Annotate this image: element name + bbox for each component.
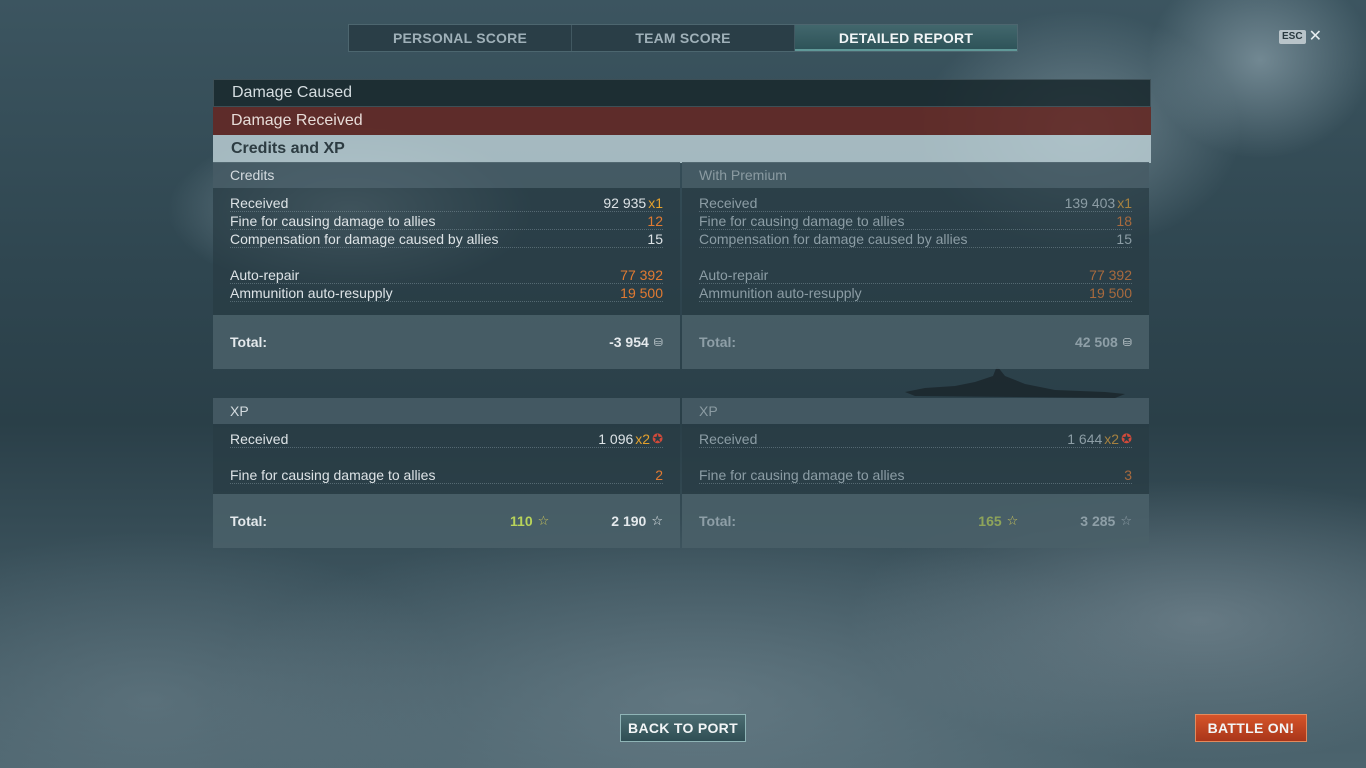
credits-premium-compensation-label: Compensation for damage caused by allies [699, 231, 968, 247]
report-tabs: PERSONAL SCORE TEAM SCORE DETAILED REPOR… [348, 24, 1018, 52]
credits-fine-row: Fine for causing damage to allies 12 [230, 212, 663, 230]
credits-fine-label: Fine for causing damage to allies [230, 213, 436, 229]
credits-received-value: 92 935 [603, 195, 647, 211]
esc-key-label: ESC [1279, 30, 1306, 44]
credits-premium-total-label: Total: [699, 334, 737, 350]
xp-fine-row: Fine for causing damage to allies 2 [230, 466, 663, 484]
section-damage-caused[interactable]: Damage Caused [213, 79, 1151, 107]
xp-premium-fine-label: Fine for causing damage to allies [699, 467, 905, 483]
credits-panel: Credits Received 92 935 x1 Fine for causi… [213, 162, 680, 369]
credits-premium-fine-label: Fine for causing damage to allies [699, 213, 905, 229]
credits-compensation-row: Compensation for damage caused by allies… [230, 230, 663, 248]
credits-total-row: Total: -3 954 ⛁ [213, 315, 680, 369]
credits-compensation-label: Compensation for damage caused by allies [230, 231, 499, 247]
credits-ammo-value: 19 500 [620, 285, 663, 301]
xp-received-label: Received [230, 431, 289, 447]
xp-total-label: Total: [230, 513, 268, 529]
credits-premium-autorepair-row: Auto-repair 77 392 [699, 266, 1132, 284]
credits-premium-received-row: Received 139 403 x1 [699, 194, 1132, 212]
xp-premium-total-row: Total: 165 ☆ 3 285 ☆ [682, 494, 1149, 548]
credits-premium-header: With Premium [682, 162, 1149, 188]
credits-premium-received-label: Received [699, 195, 758, 211]
xp-premium-received-row: Received 1 644 x2 ✪ [699, 430, 1132, 448]
xp-received-row: Received 1 096 x2 ✪ [230, 430, 663, 448]
xp-fine-label: Fine for causing damage to allies [230, 467, 436, 483]
credits-compensation-value: 15 [647, 231, 663, 247]
xp-fine-value: 2 [655, 467, 663, 483]
credits-ammo-row: Ammunition auto-resupply 19 500 [230, 284, 663, 302]
credits-premium-total-value: 42 508 [1074, 334, 1118, 350]
credits-received-multiplier: x1 [648, 195, 663, 211]
tab-detailed-report[interactable]: DETAILED REPORT [795, 25, 1017, 51]
star-icon: ☆ [1120, 513, 1132, 528]
xp-premium-header: XP [682, 398, 1149, 424]
xp-premium-fine-value: 3 [1124, 467, 1132, 483]
credits-autorepair-value: 77 392 [620, 267, 663, 283]
credits-premium-autorepair-label: Auto-repair [699, 267, 769, 283]
section-damage-received[interactable]: Damage Received [213, 107, 1151, 135]
xp-premium-total-value: 3 285 [1080, 513, 1116, 529]
credits-premium-autorepair-value: 77 392 [1089, 267, 1132, 283]
credits-ammo-label: Ammunition auto-resupply [230, 285, 393, 301]
xp-total-row: Total: 110 ☆ 2 190 ☆ [213, 494, 680, 548]
credits-premium-received-value: 139 403 [1064, 195, 1116, 211]
xp-premium-received-value: 1 644 [1067, 431, 1103, 447]
credits-header: Credits [213, 162, 680, 188]
xp-premium-total-free-value: 165 [978, 513, 1002, 529]
premium-star-icon: ✪ [1121, 431, 1132, 446]
credits-received-row: Received 92 935 x1 [230, 194, 663, 212]
xp-total-free-value: 110 [510, 513, 533, 529]
star-icon: ☆ [537, 513, 550, 528]
credits-premium-fine-row: Fine for causing damage to allies 18 [699, 212, 1132, 230]
xp-total-value: 2 190 [611, 513, 647, 529]
credits-received-label: Received [230, 195, 289, 211]
credits-autorepair-row: Auto-repair 77 392 [230, 266, 663, 284]
credits-total-value: -3 954 [609, 334, 649, 350]
xp-premium-received-label: Received [699, 431, 758, 447]
credits-premium-fine-value: 18 [1116, 213, 1132, 229]
xp-header: XP [213, 398, 680, 424]
section-credits-xp[interactable]: Credits and XP [213, 135, 1151, 163]
xp-premium-total-label: Total: [699, 513, 737, 529]
credits-premium-panel: With Premium Received 139 403 x1 Fine for… [682, 162, 1149, 369]
xp-received-multiplier: x2 [635, 431, 651, 447]
credits-premium-compensation-value: 15 [1116, 231, 1132, 247]
credits-premium-ammo-row: Ammunition auto-resupply 19 500 [699, 284, 1132, 302]
close-icon: ✕ [1308, 28, 1322, 45]
tab-personal-score[interactable]: PERSONAL SCORE [349, 25, 572, 51]
xp-received-value: 1 096 [598, 431, 634, 447]
tab-team-score[interactable]: TEAM SCORE [572, 25, 795, 51]
battle-on-button[interactable]: BATTLE ON! [1195, 714, 1307, 742]
credits-premium-ammo-value: 19 500 [1089, 285, 1132, 301]
credit-coin-icon: ⛁ [653, 336, 663, 349]
premium-star-icon: ✪ [652, 431, 663, 446]
back-to-port-button[interactable]: BACK TO PORT [620, 714, 746, 742]
esc-close-button[interactable]: ESC ✕ [1279, 28, 1322, 45]
star-icon: ☆ [651, 513, 663, 528]
xp-premium-panel: XP Received 1 644 x2 ✪ Fine for causing da… [682, 398, 1149, 548]
credit-coin-icon: ⛁ [1122, 336, 1132, 349]
credits-premium-ammo-label: Ammunition auto-resupply [699, 285, 862, 301]
credits-total-label: Total: [230, 334, 268, 350]
credits-fine-value: 12 [647, 213, 663, 229]
star-icon: ☆ [1006, 513, 1019, 528]
xp-premium-fine-row: Fine for causing damage to allies 3 [699, 466, 1132, 484]
credits-autorepair-label: Auto-repair [230, 267, 300, 283]
credits-premium-received-multiplier: x1 [1117, 195, 1132, 211]
credits-premium-compensation-row: Compensation for damage caused by allies… [699, 230, 1132, 248]
credits-premium-total-row: Total: 42 508 ⛁ [682, 315, 1149, 369]
xp-panel: XP Received 1 096 x2 ✪ Fine for causing da… [213, 398, 680, 548]
xp-premium-received-multiplier: x2 [1104, 431, 1120, 447]
